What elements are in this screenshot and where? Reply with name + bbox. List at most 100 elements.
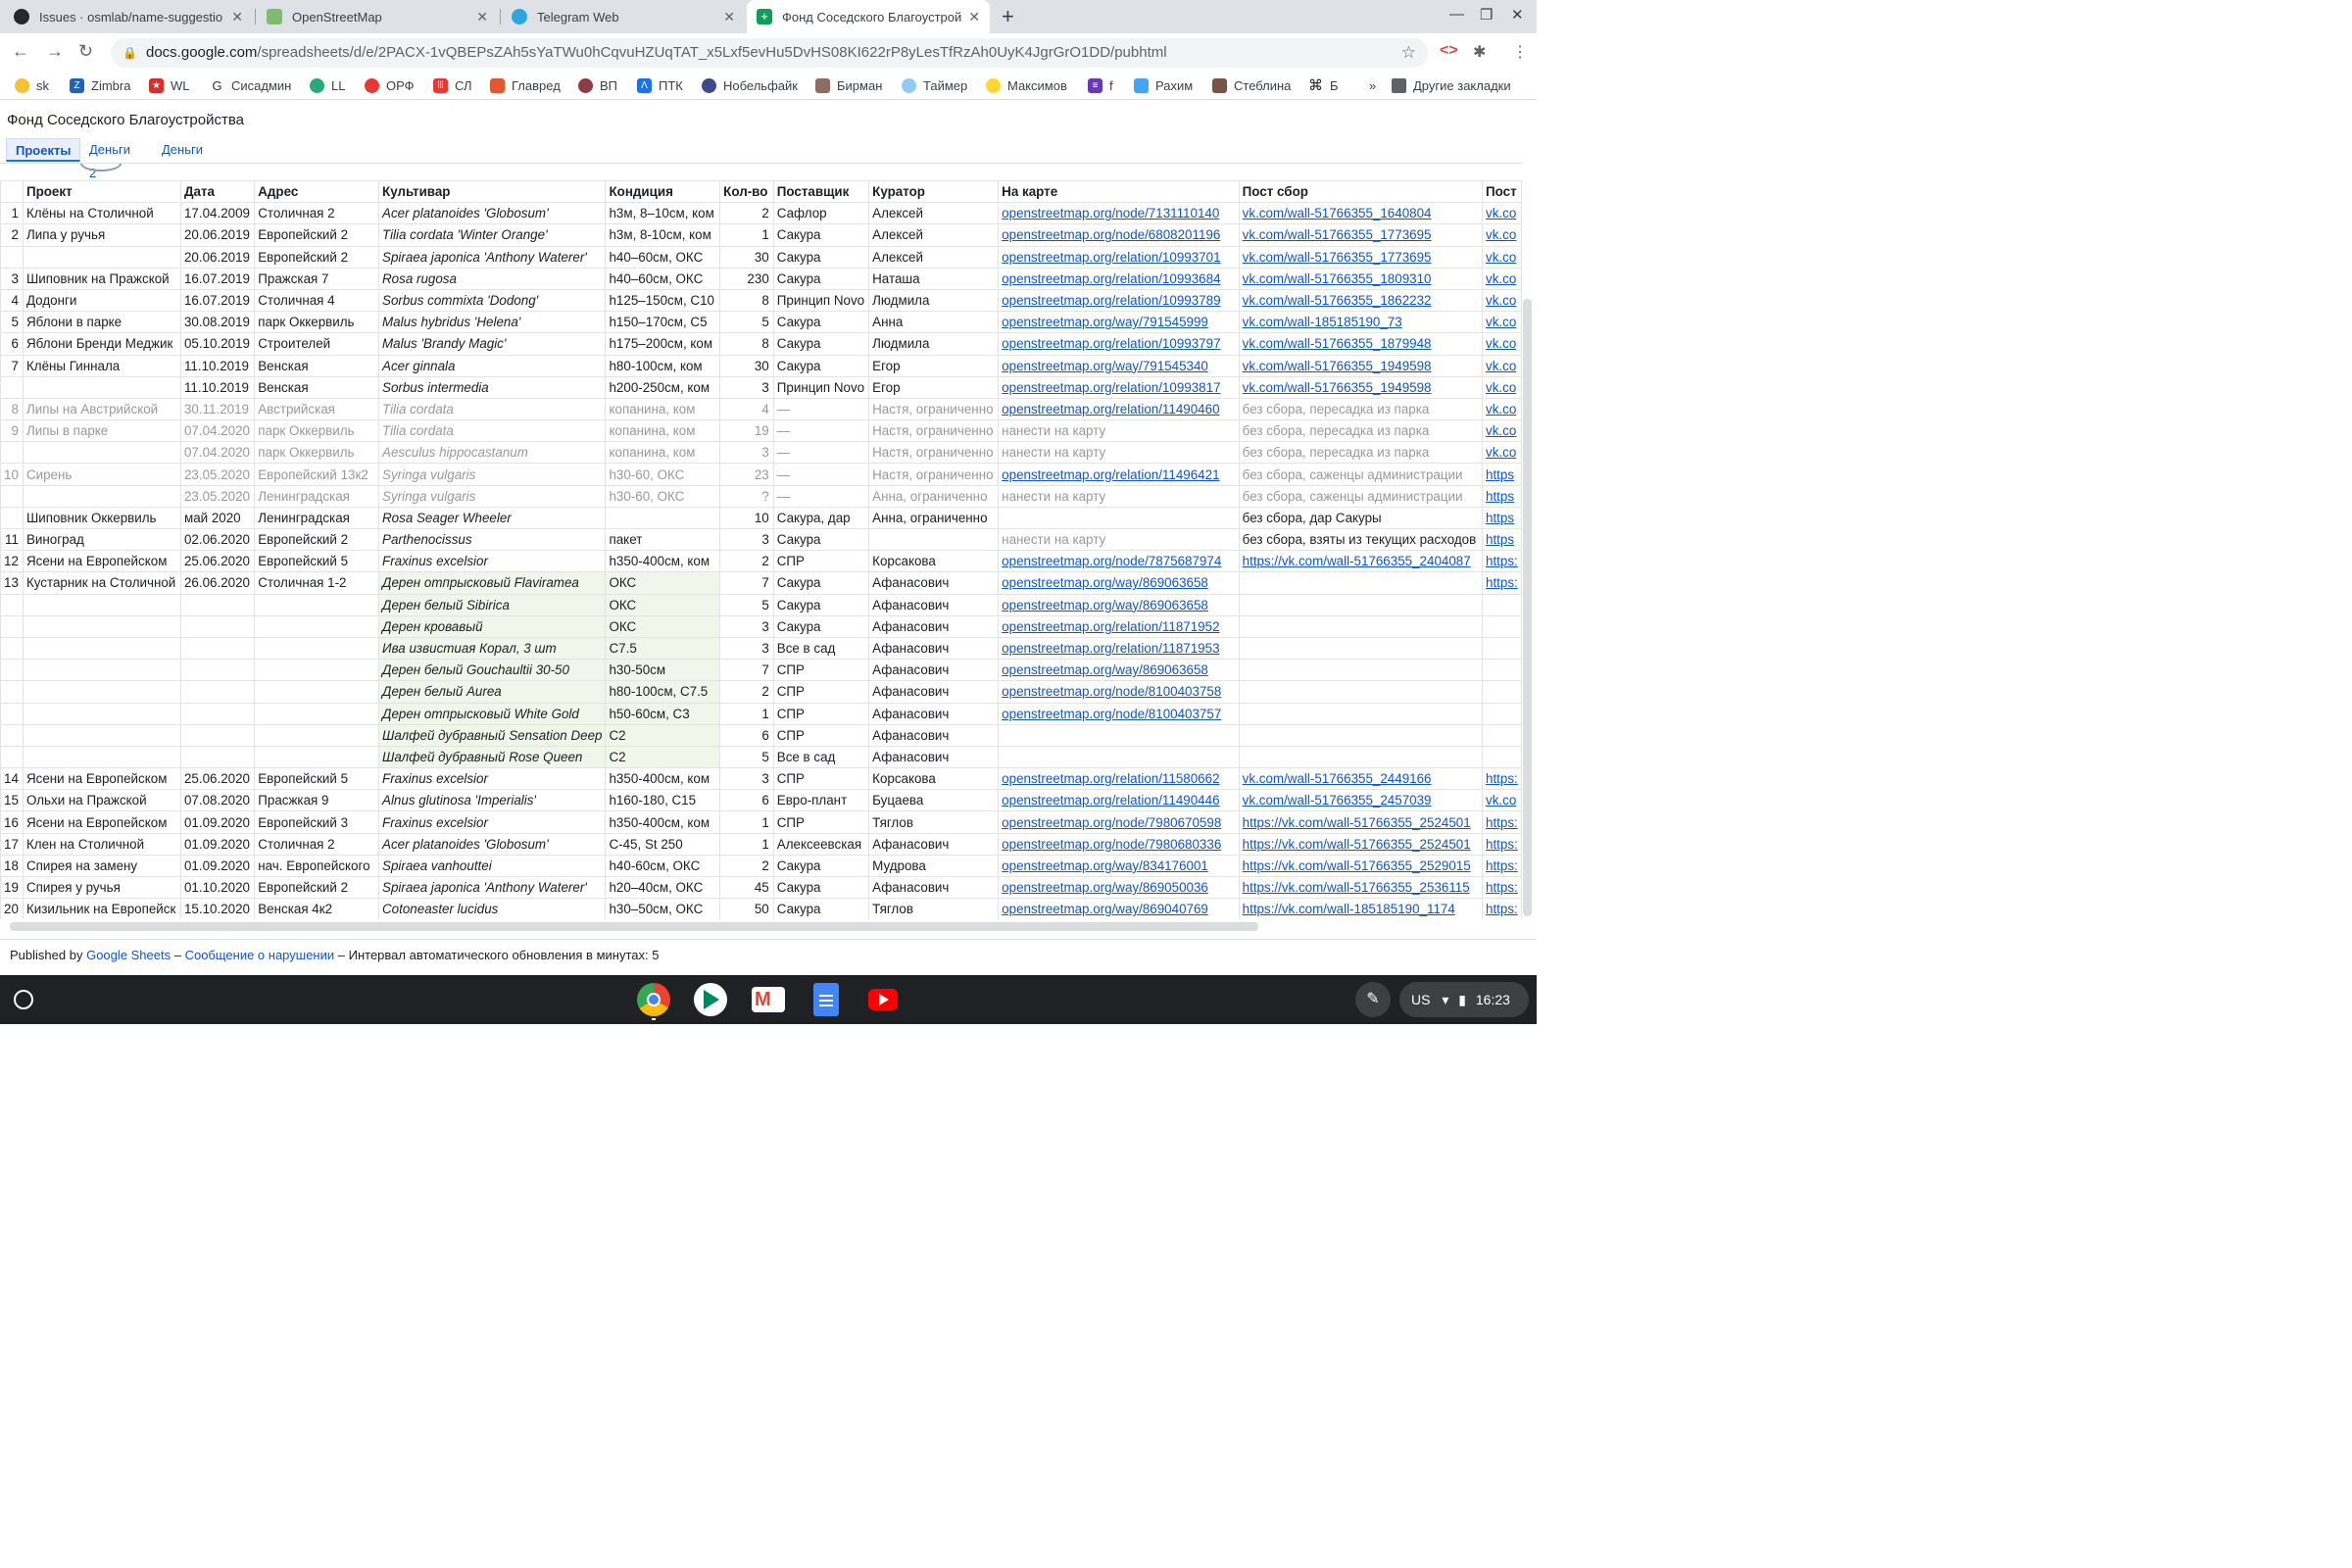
post-cell[interactable]: vk.co	[1482, 441, 1522, 465]
report-abuse-link[interactable]: Сообщение о нарушении	[185, 948, 335, 962]
post-link-cell[interactable]: https://vk.com/wall-51766355_2524501	[1238, 832, 1484, 856]
post-link-cell[interactable]: https://vk.com/wall-185185190_1174	[1238, 898, 1484, 919]
post-cell[interactable]: vk.co	[1482, 311, 1522, 334]
map-link-cell[interactable]: openstreetmap.org/way/791545340	[998, 354, 1240, 377]
google-sheets-link[interactable]: Google Sheets	[86, 948, 171, 962]
close-tab-icon[interactable]: ✕	[723, 9, 735, 25]
post-cell[interactable]: https	[1482, 527, 1522, 552]
post-cell[interactable]: https:	[1482, 767, 1522, 791]
extension-code-icon[interactable]: <>	[1440, 42, 1458, 60]
bookmarks-overflow-button[interactable]: »	[1369, 78, 1376, 93]
bookmark-item[interactable]: sk	[15, 78, 49, 93]
map-link-cell[interactable]: openstreetmap.org/node/8100403758	[998, 680, 1240, 704]
vertical-scrollbar[interactable]	[1523, 299, 1532, 916]
docs-icon[interactable]	[813, 983, 839, 1016]
youtube-icon[interactable]	[868, 989, 898, 1010]
reload-icon[interactable]: ↻	[78, 41, 93, 62]
map-link-cell[interactable]: openstreetmap.org/way/869063658	[998, 593, 1240, 616]
extensions-puzzle-icon[interactable]: ✱	[1473, 42, 1486, 62]
post-cell[interactable]: vk.co	[1482, 789, 1522, 812]
post-cell[interactable]: https	[1482, 506, 1522, 530]
close-tab-icon[interactable]: ✕	[476, 9, 488, 25]
map-link-cell[interactable]: openstreetmap.org/relation/11490460	[998, 397, 1240, 421]
post-link-cell[interactable]: vk.com/wall-51766355_1949598	[1238, 354, 1484, 377]
launcher-icon[interactable]	[14, 990, 33, 1009]
post-link-cell[interactable]: vk.com/wall-51766355_1862232	[1238, 288, 1484, 313]
forward-icon[interactable]: →	[46, 41, 64, 62]
map-link-cell[interactable]: openstreetmap.org/node/7875687974	[998, 550, 1240, 573]
post-link-cell[interactable]: https://vk.com/wall-51766355_2524501	[1238, 810, 1484, 834]
bookmark-item[interactable]: Λ ПТК	[637, 78, 683, 93]
post-link-cell[interactable]: https://vk.com/wall-51766355_2529015	[1238, 854, 1484, 878]
post-cell[interactable]: https:	[1482, 875, 1522, 900]
gmail-icon[interactable]: M	[752, 987, 785, 1012]
map-link-cell[interactable]: openstreetmap.org/relation/11490446	[998, 789, 1240, 812]
bookmark-item[interactable]: Главред	[490, 78, 561, 93]
tab-money[interactable]: Деньги	[153, 138, 212, 162]
menu-dots-icon[interactable]: ⋮	[1512, 42, 1528, 62]
bookmark-item[interactable]: Стеблина	[1212, 78, 1291, 93]
back-icon[interactable]: ←	[12, 41, 29, 62]
browser-tab-github[interactable]: Issues · osmlab/name-suggestio ✕	[4, 0, 253, 33]
bookmark-item[interactable]: ВП	[578, 78, 617, 93]
map-link-cell[interactable]: openstreetmap.org/node/7980680336	[998, 832, 1240, 856]
map-link-cell[interactable]: openstreetmap.org/relation/10993684	[998, 267, 1240, 290]
bookmark-item[interactable]: Бирман	[815, 78, 882, 93]
post-link-cell[interactable]: https://vk.com/wall-51766355_2536115	[1238, 875, 1484, 900]
bookmark-item[interactable]: Ⅲ СЛ	[433, 78, 472, 93]
post-cell[interactable]: vk.co	[1482, 288, 1522, 313]
post-cell[interactable]: vk.co	[1482, 375, 1522, 399]
spreadsheet-grid[interactable]: Проект Дата Адрес Культивар Кондиция Кол-во По…	[0, 163, 1522, 919]
map-link-cell[interactable]: openstreetmap.org/way/869050036	[998, 875, 1240, 900]
post-link-cell[interactable]: vk.com/wall-51766355_1640804	[1238, 202, 1484, 225]
map-link-cell[interactable]: openstreetmap.org/relation/11871953	[998, 636, 1240, 661]
post-cell[interactable]: vk.co	[1482, 332, 1522, 356]
post-cell[interactable]: https:	[1482, 550, 1522, 573]
post-cell[interactable]: https:	[1482, 571, 1522, 595]
post-link-cell[interactable]: vk.com/wall-51766355_1809310	[1238, 267, 1484, 290]
post-link-cell[interactable]: vk.com/wall-51766355_2449166	[1238, 767, 1484, 791]
map-link-cell[interactable]: openstreetmap.org/node/7131110140	[998, 202, 1240, 225]
bookmark-item[interactable]: Нобельфайк	[702, 78, 798, 93]
map-link-cell[interactable]: openstreetmap.org/way/869063658	[998, 659, 1240, 682]
map-link-cell[interactable]: openstreetmap.org/relation/10993701	[998, 245, 1240, 269]
bookmark-item[interactable]: Z Zimbra	[70, 78, 130, 93]
browser-tab-openstreetmap[interactable]: OpenStreetMap ✕	[257, 0, 498, 33]
post-cell[interactable]: vk.co	[1482, 354, 1522, 377]
post-link-cell[interactable]: vk.com/wall-51766355_1773695	[1238, 223, 1484, 247]
bookmark-item[interactable]: ★ WL	[149, 78, 190, 93]
map-link-cell[interactable]: openstreetmap.org/relation/10993817	[998, 375, 1240, 399]
map-link-cell[interactable]: openstreetmap.org/relation/11496421	[998, 463, 1240, 486]
close-tab-icon[interactable]: ✕	[231, 9, 243, 25]
post-link-cell[interactable]: vk.com/wall-51766355_1879948	[1238, 332, 1484, 356]
map-link-cell[interactable]: openstreetmap.org/way/869063658	[998, 571, 1240, 595]
post-link-cell[interactable]: https://vk.com/wall-51766355_2404087	[1238, 550, 1484, 573]
map-link-cell[interactable]: openstreetmap.org/way/834176001	[998, 854, 1240, 878]
bookmark-item[interactable]: ⌘ Б	[1308, 78, 1339, 93]
post-cell[interactable]: https	[1482, 463, 1522, 486]
browser-tab-telegram[interactable]: Telegram Web ✕	[502, 0, 745, 33]
post-cell[interactable]: vk.co	[1482, 223, 1522, 247]
map-link-cell[interactable]: openstreetmap.org/node/7980670598	[998, 810, 1240, 834]
chrome-icon[interactable]	[637, 983, 670, 1016]
post-cell[interactable]: vk.co	[1482, 245, 1522, 269]
post-cell[interactable]: vk.co	[1482, 202, 1522, 225]
post-cell[interactable]: https	[1482, 484, 1522, 508]
bookmark-item[interactable]: Таймер	[902, 78, 967, 93]
post-link-cell[interactable]: vk.com/wall-185185190_73	[1238, 311, 1484, 334]
stylus-pen-icon[interactable]: ✎	[1355, 982, 1391, 1017]
restore-icon[interactable]: ❐	[1480, 6, 1493, 24]
map-link-cell[interactable]: openstreetmap.org/node/6808201196	[998, 223, 1240, 247]
close-tab-icon[interactable]: ✕	[968, 9, 980, 25]
horizontal-scrollbar[interactable]	[10, 922, 1258, 931]
post-cell[interactable]: vk.co	[1482, 419, 1522, 443]
post-cell[interactable]: vk.co	[1482, 397, 1522, 421]
other-bookmarks-folder[interactable]: Другие закладки	[1392, 78, 1511, 93]
new-tab-button[interactable]: +	[1002, 4, 1014, 29]
map-link-cell[interactable]: openstreetmap.org/relation/10993789	[998, 288, 1240, 313]
tab-money-2[interactable]: Деньги 2	[80, 138, 139, 180]
post-link-cell[interactable]: vk.com/wall-51766355_2457039	[1238, 789, 1484, 812]
post-link-cell[interactable]: vk.com/wall-51766355_1949598	[1238, 375, 1484, 399]
bookmark-item[interactable]: LL	[310, 78, 345, 93]
bookmark-item[interactable]: ОРФ	[365, 78, 415, 93]
